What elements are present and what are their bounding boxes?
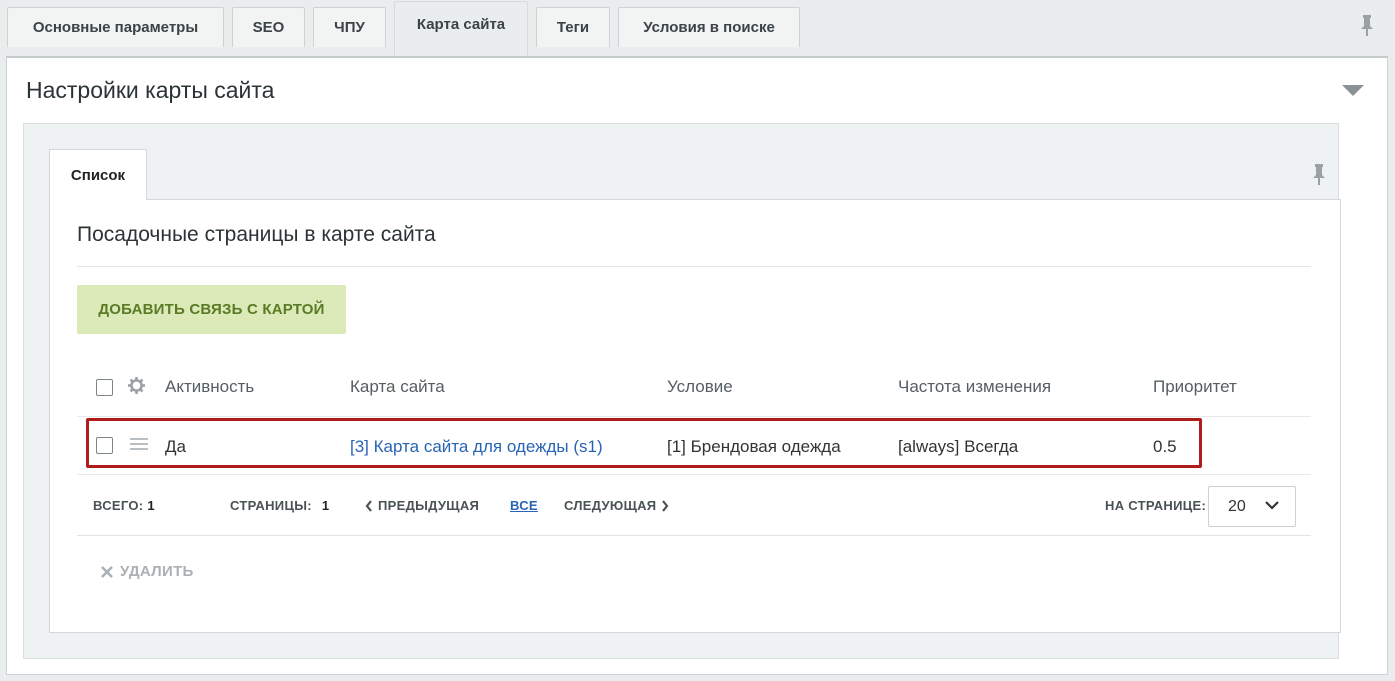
tab-search-conditions[interactable]: Условия в поиске [618,7,800,47]
next-page-label: СЛЕДУЮЩАЯ [564,498,657,513]
per-page-select[interactable]: 20 [1208,486,1296,527]
tab-sitemap[interactable]: Карта сайта [394,1,528,57]
divider [77,266,1311,267]
column-header-condition[interactable]: Условие [667,377,733,397]
column-header-frequency[interactable]: Частота изменения [898,377,1051,397]
chevron-down-icon [1265,501,1279,510]
per-page-label: НА СТРАНИЦЕ: [1105,498,1207,513]
row-divider [77,474,1311,475]
close-icon [101,565,113,578]
total-count: ВСЕГО: 1 [93,498,155,513]
column-header-priority[interactable]: Приоритет [1153,377,1237,397]
chevron-right-icon [662,499,669,512]
tab-seo[interactable]: SEO [232,7,305,47]
tab-list[interactable]: Список [49,149,147,200]
total-label: ВСЕГО: [93,498,144,513]
pages-value: 1 [321,498,330,513]
next-page-link[interactable]: СЛЕДУЮЩАЯ [564,498,669,513]
divider [77,535,1311,536]
tab-tags[interactable]: Теги [536,7,610,47]
per-page-value: 20 [1228,498,1246,515]
panel-title: Настройки карты сайта [26,77,275,103]
tab-main-params[interactable]: Основные параметры [7,7,224,47]
top-tab-bar: Основные параметры SEO ЧПУ Карта сайта Т… [0,0,1395,57]
pin-icon[interactable] [1312,164,1326,186]
delete-button[interactable]: УДАЛИТЬ [100,563,194,580]
column-header-active[interactable]: Активность [165,377,254,397]
pages-label: СТРАНИЦЫ: [230,498,312,513]
section-title: Посадочные страницы в карте сайта [77,223,436,246]
gear-icon[interactable] [128,377,145,394]
list-content: Посадочные страницы в карте сайта ДОБАВИ… [49,199,1341,633]
row-divider [77,416,1311,417]
select-all-checkbox[interactable] [96,379,113,396]
delete-label: УДАЛИТЬ [120,563,194,580]
sitemap-settings-panel: Настройки карты сайта Список Посадочные … [6,56,1388,675]
row-highlight-box [86,418,1202,468]
all-pages-link[interactable]: ВСЕ [510,498,538,513]
pages-count: СТРАНИЦЫ: 1 [230,498,329,513]
chevron-left-icon [365,499,372,512]
add-sitemap-link-button[interactable]: ДОБАВИТЬ СВЯЗЬ С КАРТОЙ [77,285,346,334]
total-value: 1 [147,498,155,513]
pin-icon[interactable] [1360,15,1374,37]
inner-section: Список Посадочные страницы в карте сайта… [23,123,1341,659]
collapse-arrow-icon[interactable] [1342,85,1364,96]
column-header-sitemap[interactable]: Карта сайта [350,377,445,397]
prev-page-label: ПРЕДЫДУЩАЯ [378,498,480,513]
prev-page-link[interactable]: ПРЕДЫДУЩАЯ [365,498,479,513]
tab-url[interactable]: ЧПУ [313,7,386,47]
